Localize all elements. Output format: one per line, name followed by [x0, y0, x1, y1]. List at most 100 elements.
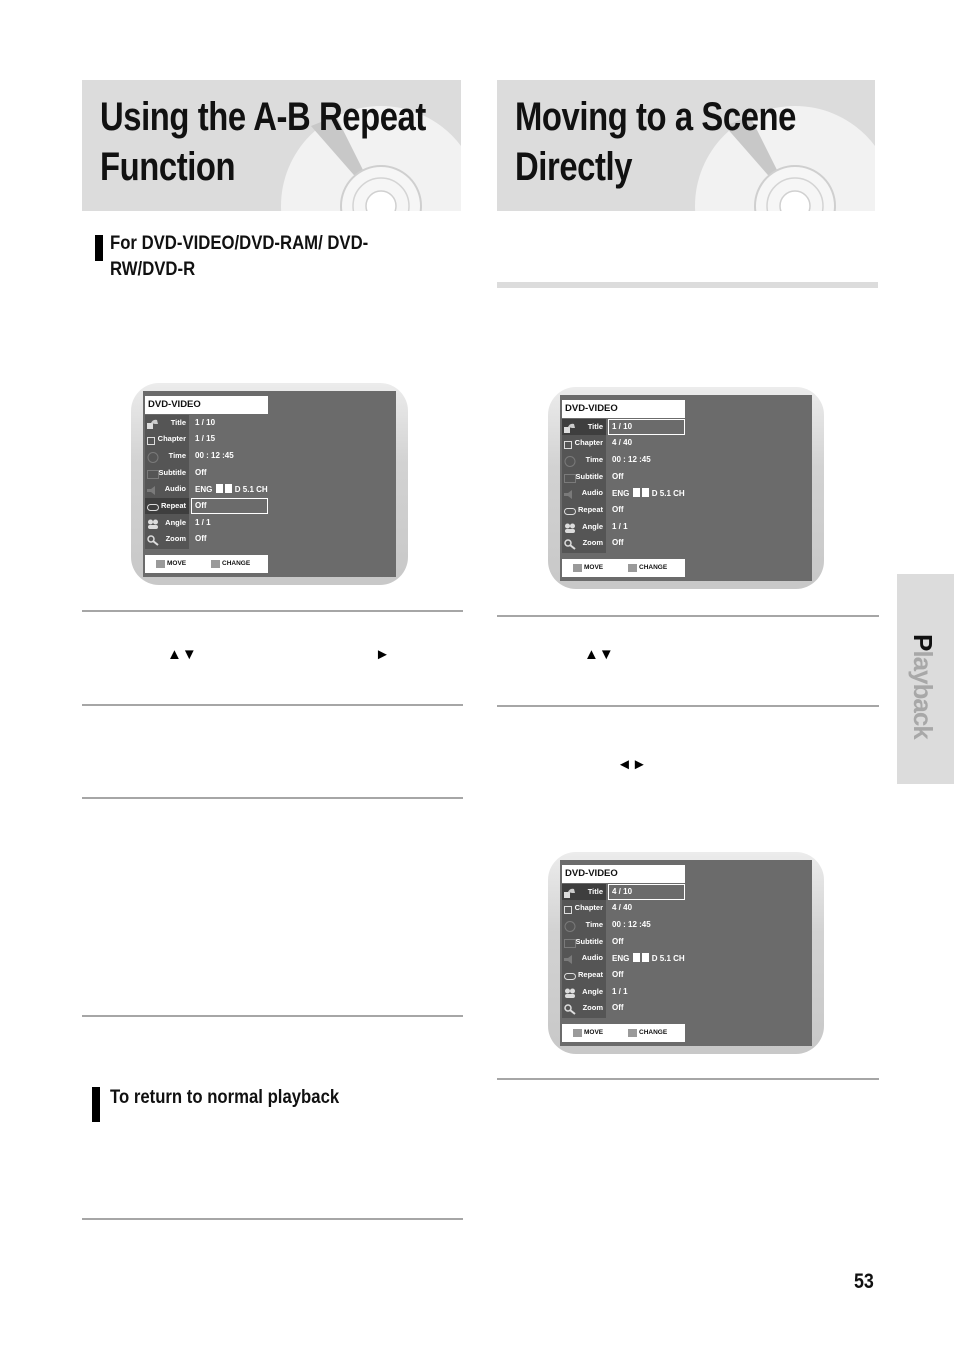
dolby-icon	[632, 488, 640, 497]
osd-row-time: Time 00 : 12 :45	[562, 452, 685, 468]
osd-row-angle: Angle 1 / 1	[562, 519, 685, 535]
divider	[82, 704, 463, 706]
subtitle-icon	[147, 467, 159, 479]
up-down-arrow-icon: ▲▼	[584, 646, 614, 663]
osd-row-title: Title 1 / 10	[145, 415, 268, 431]
osd-value: 4 / 40	[612, 438, 633, 447]
osd-label: Zoom	[582, 538, 603, 547]
osd-value: Off	[195, 534, 207, 543]
osd-label: Title	[587, 887, 603, 896]
osd-label: Chapter	[574, 438, 603, 447]
time-icon	[564, 454, 576, 467]
audio-icon	[564, 487, 576, 499]
audio-icon	[564, 952, 576, 964]
up-down-key-icon	[573, 564, 582, 572]
dolby-icon	[632, 953, 640, 962]
osd-value: 1 / 1	[612, 522, 628, 531]
osd-label: Subtitle	[575, 937, 604, 946]
osd-display: DVD-VIDEO Title 1 / 10 Chapter 1 / 15 Time 00 …	[143, 391, 396, 577]
dolby-icon	[215, 484, 223, 493]
osd-screen-1: DVD-VIDEO Title 1 / 10 Chapter 1 / 15 Time 00 …	[131, 383, 408, 585]
osd-header: DVD-VIDEO	[562, 865, 685, 883]
zoom-icon	[564, 537, 576, 550]
osd-footer: MOVE CHANGE	[562, 1024, 685, 1042]
title-icon	[564, 421, 576, 433]
osd-row-chapter: Chapter 1 / 15	[145, 431, 268, 447]
osd-row-audio: Audio ENG D 5.1 CH	[145, 481, 268, 497]
osd-label: Time	[585, 455, 603, 464]
osd-label: Repeat	[577, 505, 603, 514]
osd-row-title: Title 1 / 10	[562, 419, 685, 435]
title-banner-scene: Moving to a Scene Directly	[497, 80, 875, 211]
osd-label: Title	[170, 418, 186, 427]
angle-icon	[564, 986, 576, 998]
move-hint: MOVE	[584, 1029, 604, 1036]
audio-icon	[147, 483, 159, 495]
title-line-2: Function	[100, 145, 236, 189]
change-hint: CHANGE	[639, 1029, 668, 1036]
osd-value: Off	[612, 472, 624, 481]
osd-value: ENG D 5.1 CH	[195, 484, 268, 494]
subtitle-icon	[564, 471, 576, 483]
divider	[497, 1078, 879, 1080]
osd-label: Time	[168, 451, 186, 460]
osd-value: 00 : 12 :45	[612, 920, 651, 929]
osd-row-subtitle: Subtitle Off	[562, 469, 685, 485]
osd-label: Zoom	[165, 534, 186, 543]
section-heading-return: To return to normal playback	[110, 1087, 340, 1108]
osd-row-chapter: Chapter 4 / 40	[562, 435, 685, 451]
osd-row-audio: Audio ENG D 5.1 CH	[562, 950, 685, 966]
move-hint: MOVE	[584, 564, 604, 571]
osd-label: Repeat	[160, 501, 186, 510]
dolby-icon	[224, 484, 232, 493]
page-number: 53	[854, 1270, 874, 1293]
up-down-key-icon	[573, 1029, 582, 1037]
osd-row-angle: Angle 1 / 1	[145, 515, 268, 531]
osd-value: 00 : 12 :45	[612, 455, 651, 464]
osd-value: Off	[195, 468, 207, 477]
osd-display: DVD-VIDEO Title 4 / 10 Chapter 4 / 40 Time 00 …	[560, 860, 812, 1046]
osd-label: Title	[587, 422, 603, 431]
osd-value: 1 / 1	[195, 518, 211, 527]
repeat-icon	[564, 504, 576, 515]
divider	[497, 615, 879, 617]
osd-row-zoom: Zoom Off	[562, 1000, 685, 1016]
osd-value: Off	[195, 501, 207, 510]
tab-initial: P	[908, 634, 938, 651]
osd-header: DVD-VIDEO	[145, 396, 268, 414]
change-hint: CHANGE	[639, 564, 668, 571]
osd-label: Audio	[164, 484, 186, 493]
title-line-1: Using the A-B Repeat	[100, 95, 426, 139]
up-down-key-icon	[156, 560, 165, 568]
osd-value: 4 / 40	[612, 903, 633, 912]
osd-value: Off	[612, 1003, 624, 1012]
repeat-icon	[564, 969, 576, 980]
osd-label: Repeat	[577, 970, 603, 979]
page-title-ab-repeat: Using the A-B Repeat Function	[100, 92, 426, 192]
osd-label: Time	[585, 920, 603, 929]
osd-value: 1 / 10	[612, 422, 633, 431]
osd-label: Subtitle	[158, 468, 187, 477]
osd-label: Angle	[582, 522, 603, 531]
osd-footer: MOVE CHANGE	[145, 555, 268, 573]
osd-screen-2: DVD-VIDEO Title 1 / 10 Chapter 4 / 40 Time 00 …	[548, 387, 824, 589]
left-right-key-icon	[211, 560, 220, 568]
osd-value: 1 / 15	[195, 434, 216, 443]
osd-value: 1 / 10	[195, 418, 216, 427]
dolby-icon	[641, 488, 649, 497]
osd-value: Off	[612, 505, 624, 514]
osd-row-title: Title 4 / 10	[562, 884, 685, 900]
osd-label: Subtitle	[575, 472, 604, 481]
left-right-key-icon	[628, 564, 637, 572]
osd-row-chapter: Chapter 4 / 40	[562, 900, 685, 916]
osd-row-repeat: Repeat Off	[562, 502, 685, 518]
osd-value: 4 / 10	[612, 887, 633, 896]
osd-label: Chapter	[574, 903, 603, 912]
osd-label: Zoom	[582, 1003, 603, 1012]
heading-line-2: RW/DVD-R	[110, 259, 196, 280]
angle-icon	[564, 521, 576, 533]
zoom-icon	[564, 1002, 576, 1015]
title-banner-ab-repeat: Using the A-B Repeat Function	[82, 80, 461, 211]
section-marker	[92, 1087, 100, 1122]
up-down-arrow-icon: ▲▼	[167, 646, 197, 663]
